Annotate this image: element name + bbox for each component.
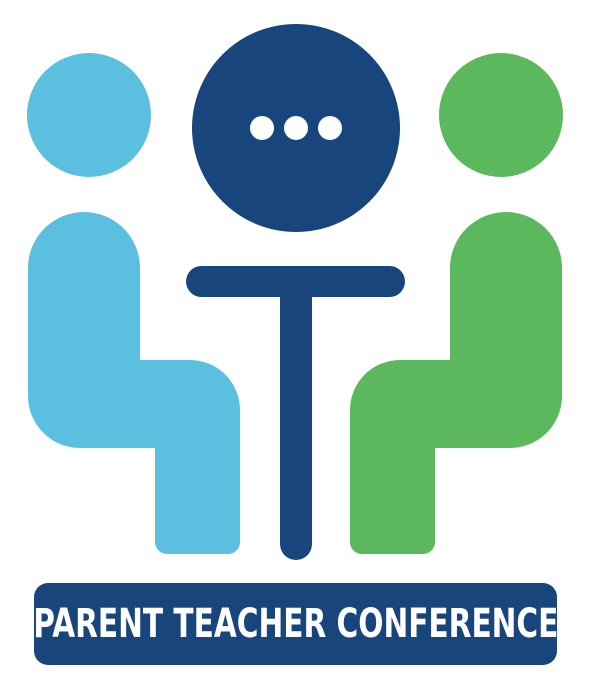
parent-body [28,212,240,554]
teacher-body [350,212,562,554]
teacher-head [439,53,563,177]
conference-title: PARENT TEACHER CONFERENCE [32,601,559,647]
table-leg [280,280,312,560]
parent-head [27,53,151,177]
speech-bubble-icon [192,24,400,232]
speech-dot [318,116,342,140]
speech-dot [284,116,308,140]
speech-dot [250,116,274,140]
title-banner: PARENT TEACHER CONFERENCE [32,583,559,665]
